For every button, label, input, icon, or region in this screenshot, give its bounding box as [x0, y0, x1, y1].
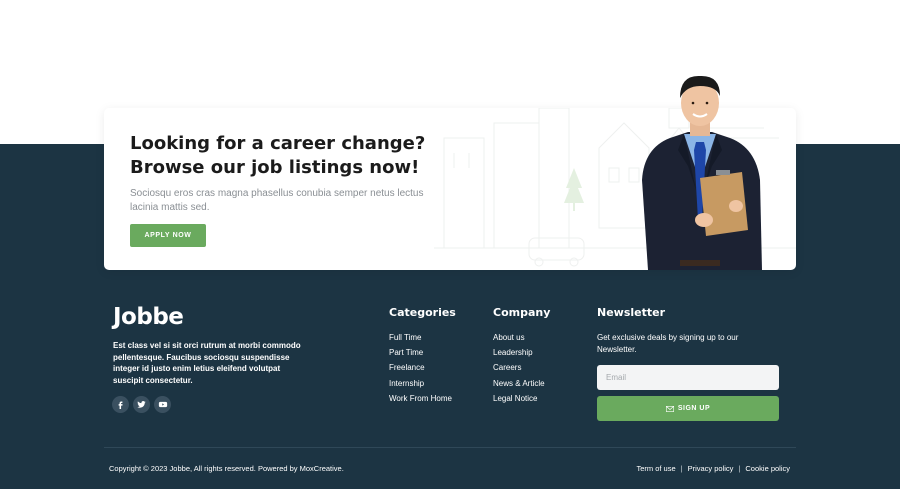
category-link-work-from-home[interactable]: Work From Home	[389, 394, 452, 409]
newsletter-description: Get exclusive deals by signing up to our…	[597, 333, 739, 354]
categories-heading: Categories	[389, 306, 456, 319]
category-link-full-time[interactable]: Full Time	[389, 333, 452, 348]
newsletter-heading: Newsletter	[597, 306, 666, 319]
sign-up-button[interactable]: SIGN UP	[597, 396, 779, 421]
cta-title: Looking for a career change? Browse our …	[130, 133, 426, 178]
businessman-image	[630, 70, 770, 270]
apply-now-button[interactable]: APPLY NOW	[130, 224, 206, 247]
logo-text: Jobbe	[113, 304, 184, 330]
sign-up-label: SIGN UP	[677, 405, 711, 412]
brand-about-text: Est class vel si sit orci rutrum at morb…	[113, 341, 301, 385]
category-link-freelance[interactable]: Freelance	[389, 363, 452, 378]
category-link-internship[interactable]: Internship	[389, 379, 452, 394]
company-link-leadership[interactable]: Leadership	[493, 348, 545, 363]
category-link-part-time[interactable]: Part Time	[389, 348, 452, 363]
categories-list: Full Time Part Time Freelance Internship…	[389, 333, 452, 409]
jobbe-logo[interactable]: Jobbe	[113, 303, 184, 331]
terms-link[interactable]: Term of use	[636, 464, 675, 473]
company-link-news[interactable]: News & Article	[493, 379, 545, 394]
email-input[interactable]	[597, 365, 779, 390]
facebook-icon[interactable]	[112, 396, 129, 413]
privacy-link[interactable]: Privacy policy	[688, 464, 734, 473]
cookie-link[interactable]: Cookie policy	[745, 464, 790, 473]
youtube-icon[interactable]	[154, 396, 171, 413]
company-link-legal[interactable]: Legal Notice	[493, 394, 545, 409]
copyright-text: Copyright © 2023 Jobbe, All rights reser…	[109, 464, 344, 473]
cta-description: Sociosqu eros cras magna phasellus conub…	[130, 188, 424, 213]
company-link-about[interactable]: About us	[493, 333, 545, 348]
link-separator: |	[680, 464, 683, 473]
twitter-icon[interactable]	[133, 396, 150, 413]
company-heading: Company	[493, 306, 551, 319]
legal-links: Term of use | Privacy policy | Cookie po…	[636, 464, 790, 473]
envelope-icon	[665, 405, 674, 412]
link-separator: |	[738, 464, 741, 473]
footer-divider	[104, 447, 796, 448]
company-link-careers[interactable]: Careers	[493, 363, 545, 378]
social-links	[112, 396, 171, 413]
company-list: About us Leadership Careers News & Artic…	[493, 333, 545, 409]
